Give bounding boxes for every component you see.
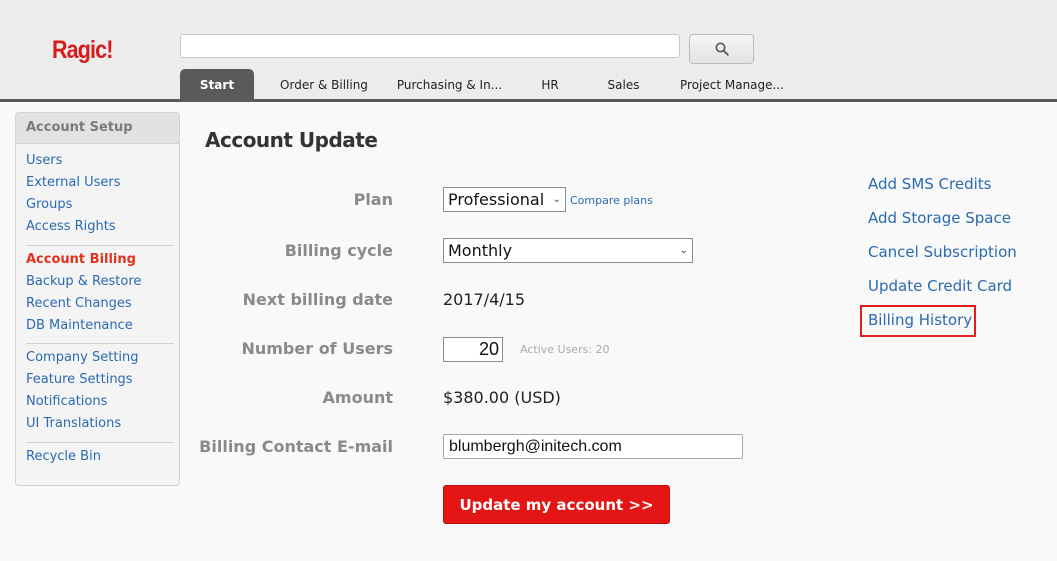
active-users-note: Active Users: 20 — [520, 343, 610, 356]
top-bar: Ragic! Start Order & Billing Purchasing … — [0, 0, 1057, 100]
tab-purchasing-inventory[interactable]: Purchasing & In... — [394, 69, 505, 100]
sidebar-item-ui-translations[interactable]: UI Translations — [26, 416, 121, 431]
sidebar-item-users[interactable]: Users — [26, 153, 62, 168]
sidebar-item-groups[interactable]: Groups — [26, 197, 72, 212]
next-billing-date-value: 2017/4/15 — [443, 290, 526, 309]
page-title: Account Update — [205, 128, 378, 152]
cancel-subscription-link[interactable]: Cancel Subscription — [868, 243, 1017, 261]
sidebar-divider — [26, 245, 174, 246]
sidebar-item-recycle-bin[interactable]: Recycle Bin — [26, 449, 101, 464]
search-input[interactable] — [180, 34, 680, 58]
update-credit-card-link[interactable]: Update Credit Card — [868, 277, 1012, 295]
sidebar-item-db-maintenance[interactable]: DB Maintenance — [26, 318, 133, 333]
plan-select[interactable]: Professional ⌄ — [443, 187, 566, 212]
sidebar-divider — [26, 442, 174, 443]
plan-label: Plan — [353, 190, 393, 209]
tab-sales[interactable]: Sales — [595, 69, 652, 100]
compare-plans-link[interactable]: Compare plans — [570, 194, 653, 207]
billing-cycle-label: Billing cycle — [284, 241, 393, 260]
tab-bar-underline — [0, 99, 1057, 102]
number-of-users-label: Number of Users — [241, 339, 393, 358]
sidebar-item-external-users[interactable]: External Users — [26, 175, 120, 190]
sidebar-item-feature-settings[interactable]: Feature Settings — [26, 372, 133, 387]
sidebar-item-access-rights[interactable]: Access Rights — [26, 219, 116, 234]
sidebar-item-notifications[interactable]: Notifications — [26, 394, 107, 409]
add-storage-space-link[interactable]: Add Storage Space — [868, 209, 1011, 227]
search-icon — [715, 42, 729, 56]
billing-cycle-select[interactable]: Monthly ⌄ — [443, 238, 693, 263]
sidebar-item-recent-changes[interactable]: Recent Changes — [26, 296, 132, 311]
sidebar-item-account-billing[interactable]: Account Billing — [26, 252, 136, 267]
account-setup-sidebar: Account Setup Users External Users Group… — [15, 112, 180, 486]
tab-project-management[interactable]: Project Manage... — [652, 69, 812, 100]
billing-email-label: Billing Contact E-mail — [199, 437, 393, 456]
plan-select-value: Professional — [448, 190, 545, 209]
tab-order-billing[interactable]: Order & Billing — [254, 69, 394, 100]
app-logo[interactable]: Ragic! — [52, 36, 113, 65]
sidebar-title: Account Setup — [16, 113, 179, 144]
module-tabs: Start Order & Billing Purchasing & In...… — [180, 69, 812, 100]
sidebar-item-company-setting[interactable]: Company Setting — [26, 350, 139, 365]
sidebar-divider — [26, 343, 174, 344]
billing-history-highlight — [860, 305, 976, 337]
amount-value: $380.00 (USD) — [443, 388, 561, 407]
update-account-button[interactable]: Update my account >> — [443, 485, 670, 524]
amount-label: Amount — [322, 388, 393, 407]
next-billing-date-label: Next billing date — [242, 290, 393, 309]
chevron-down-icon: ⌄ — [679, 245, 688, 256]
chevron-down-icon: ⌄ — [552, 194, 561, 205]
billing-cycle-select-value: Monthly — [448, 241, 513, 260]
add-sms-credits-link[interactable]: Add SMS Credits — [868, 175, 992, 193]
sidebar-item-backup-restore[interactable]: Backup & Restore — [26, 274, 141, 289]
search-button[interactable] — [689, 34, 754, 64]
number-of-users-input[interactable] — [443, 337, 503, 362]
billing-email-input[interactable] — [443, 434, 743, 459]
tab-hr[interactable]: HR — [505, 69, 595, 100]
tab-start[interactable]: Start — [180, 69, 254, 100]
